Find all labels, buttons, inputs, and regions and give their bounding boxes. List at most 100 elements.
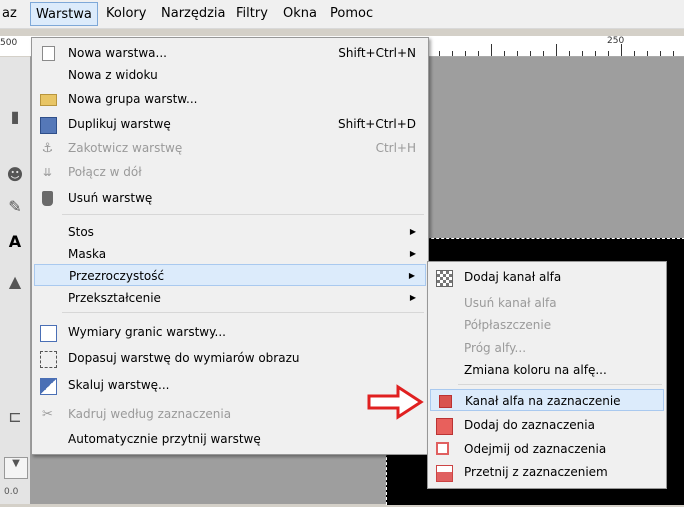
- ruler-corner: 500: [0, 36, 31, 56]
- menu-item-transparency[interactable]: Przezroczystość ▶: [34, 264, 426, 286]
- menu-item-label: Usuń kanał alfa: [464, 296, 557, 310]
- menu-item-label: Odejmij od zaznaczenia: [464, 442, 607, 456]
- menu-separator: [62, 312, 424, 313]
- scale-layer-icon: [40, 378, 57, 395]
- menu-item-label: Przetnij z zaznaczeniem: [464, 465, 608, 479]
- menu-separator: [458, 384, 662, 385]
- menu-item-label: Przezroczystość: [69, 269, 165, 283]
- tool-option-icon[interactable]: ⊏: [4, 407, 26, 427]
- fit-layer-icon: [40, 351, 57, 368]
- ruler-tick: [556, 44, 557, 56]
- ruler-tick: [465, 51, 466, 56]
- menu-item-merge-down[interactable]: ⇊ Połącz w dół: [34, 161, 426, 183]
- menu-item-threshold-alpha[interactable]: Próg alfy...: [430, 337, 664, 359]
- menu-item-remove-alpha[interactable]: Usuń kanał alfa: [430, 292, 664, 314]
- ruler-tick: [673, 51, 674, 56]
- ruler-tick: [517, 51, 518, 56]
- menu-item-label: Przekształcenie: [68, 291, 161, 305]
- menu-item-add-to-selection[interactable]: Dodaj do zaznaczenia: [430, 414, 664, 436]
- submenu-arrow-icon: ▶: [409, 249, 416, 258]
- menu-item-new-layer-group[interactable]: Nowa grupa warstw...: [34, 88, 426, 110]
- new-layer-icon: [42, 46, 55, 61]
- menu-item-layer-boundary-size[interactable]: Wymiary granic warstwy...: [34, 321, 426, 343]
- menu-item-semi-flatten[interactable]: Półpłaszczenie: [430, 314, 664, 336]
- alpha-to-selection-icon: [439, 395, 452, 408]
- submenu-arrow-icon: ▶: [408, 271, 415, 280]
- paint-tool-icon[interactable]: ▮: [4, 107, 26, 127]
- ruler-tick: [634, 51, 635, 56]
- ruler-tick: [439, 51, 440, 56]
- menu-item-label: Stos: [68, 225, 94, 239]
- menubar-item-okna[interactable]: Okna: [283, 6, 317, 21]
- menu-item-transform[interactable]: Przekształcenie ▶: [34, 287, 426, 309]
- menu-item-shortcut: Ctrl+H: [375, 141, 416, 155]
- ruler-tick: [660, 51, 661, 56]
- menubar-item-pomoc[interactable]: Pomoc: [330, 6, 373, 21]
- menu-item-label: Wymiary granic warstwy...: [68, 325, 226, 339]
- menu-item-anchor-layer[interactable]: ⚓ Zakotwicz warstwę Ctrl+H: [34, 137, 426, 159]
- menubar-item-kolory[interactable]: Kolory: [106, 6, 146, 21]
- menu-item-label: Dopasuj warstwę do wymiarów obrazu: [68, 351, 300, 365]
- menu-item-shortcut: Shift+Ctrl+N: [338, 46, 416, 60]
- ruler-tick: [478, 51, 479, 56]
- ruler-left-label: 500: [0, 38, 18, 48]
- ruler-tick: [621, 44, 622, 56]
- transparency-submenu: Dodaj kanał alfa Usuń kanał alfa Półpłas…: [427, 261, 667, 489]
- submenu-arrow-icon: ▶: [409, 227, 416, 236]
- menubar-item-filtry[interactable]: Filtry: [236, 6, 268, 21]
- folder-icon: [40, 94, 57, 106]
- merge-down-icon: ⇊: [42, 166, 53, 179]
- menu-item-alpha-to-selection[interactable]: Kanał alfa na zaznaczenie: [430, 389, 664, 411]
- menu-item-label: Połącz w dół: [68, 165, 142, 179]
- menu-item-label: Kanał alfa na zaznaczenie: [465, 394, 621, 408]
- menubar-item-partial[interactable]: az: [2, 6, 17, 21]
- menu-item-label: Skaluj warstwę...: [68, 378, 170, 392]
- menu-item-intersect-with-selection[interactable]: Przetnij z zaznaczeniem: [430, 461, 664, 483]
- menu-item-label: Próg alfy...: [464, 341, 527, 355]
- pencil-tool-icon[interactable]: ✎: [4, 197, 26, 217]
- ruler-tick: [452, 51, 453, 56]
- menu-item-label: Nowa grupa warstw...: [68, 92, 198, 106]
- ruler-tick: [595, 51, 596, 56]
- menu-item-autocrop-layer[interactable]: Automatycznie przytnij warstwę: [34, 428, 426, 450]
- value-field[interactable]: 0.0: [4, 487, 26, 507]
- subtract-selection-icon: [436, 442, 449, 455]
- menu-item-label: Zmiana koloru na alfę...: [464, 363, 607, 377]
- menubar-item-narzedzia[interactable]: Narzędzia: [161, 6, 226, 21]
- menu-item-add-alpha[interactable]: Dodaj kanał alfa: [430, 266, 664, 288]
- menu-item-subtract-from-selection[interactable]: Odejmij od zaznaczenia: [430, 438, 664, 460]
- menu-item-delete-layer[interactable]: Usuń warstwę: [34, 187, 426, 209]
- menu-separator: [62, 214, 424, 215]
- menu-item-label: Kadruj według zaznaczenia: [68, 407, 232, 421]
- add-selection-icon: [436, 418, 453, 435]
- ruler-tick: [582, 51, 583, 56]
- menu-item-label: Zakotwicz warstwę: [68, 141, 183, 155]
- text-tool-icon[interactable]: A: [4, 232, 26, 252]
- menu-item-label: Dodaj do zaznaczenia: [464, 418, 595, 432]
- menu-item-mask[interactable]: Maska ▶: [34, 243, 426, 265]
- ruler-tick: [647, 51, 648, 56]
- menu-item-new-from-visible[interactable]: Nowa z widoku: [34, 64, 426, 86]
- ruler-tick: [543, 51, 544, 56]
- menu-item-new-layer[interactable]: Nowa warstwa... Shift+Ctrl+N: [34, 42, 426, 64]
- toolbox: ▮ ☻ ✎ A ▲ ⊏ ▼ 0.0: [0, 57, 31, 504]
- ruler-tick: [491, 44, 492, 56]
- submenu-arrow-icon: ▶: [409, 293, 416, 302]
- ruler-tick: [608, 51, 609, 56]
- ruler-tick: [569, 51, 570, 56]
- checker-icon: [436, 270, 453, 287]
- menu-item-shortcut: Shift+Ctrl+D: [338, 117, 416, 131]
- menubar: az Warstwa Kolory Narzędzia Filtry Okna …: [0, 0, 684, 29]
- menu-item-stack[interactable]: Stos ▶: [34, 221, 426, 243]
- menu-item-label: Nowa z widoku: [68, 68, 158, 82]
- menubar-item-warstwa[interactable]: Warstwa: [30, 2, 98, 26]
- anchor-icon: ⚓: [41, 141, 54, 156]
- menu-item-duplicate-layer[interactable]: Duplikuj warstwę Shift+Ctrl+D: [34, 113, 426, 135]
- person-tool-icon[interactable]: ☻: [4, 165, 26, 185]
- dropdown-arrow-icon[interactable]: ▼: [4, 457, 28, 479]
- stamp-tool-icon[interactable]: ▲: [4, 272, 26, 292]
- menu-item-layer-to-image-size[interactable]: Dopasuj warstwę do wymiarów obrazu: [34, 347, 426, 369]
- menu-item-label: Duplikuj warstwę: [68, 117, 171, 131]
- menu-item-color-to-alpha[interactable]: Zmiana koloru na alfę...: [430, 359, 664, 381]
- crop-icon: ✂: [42, 407, 53, 422]
